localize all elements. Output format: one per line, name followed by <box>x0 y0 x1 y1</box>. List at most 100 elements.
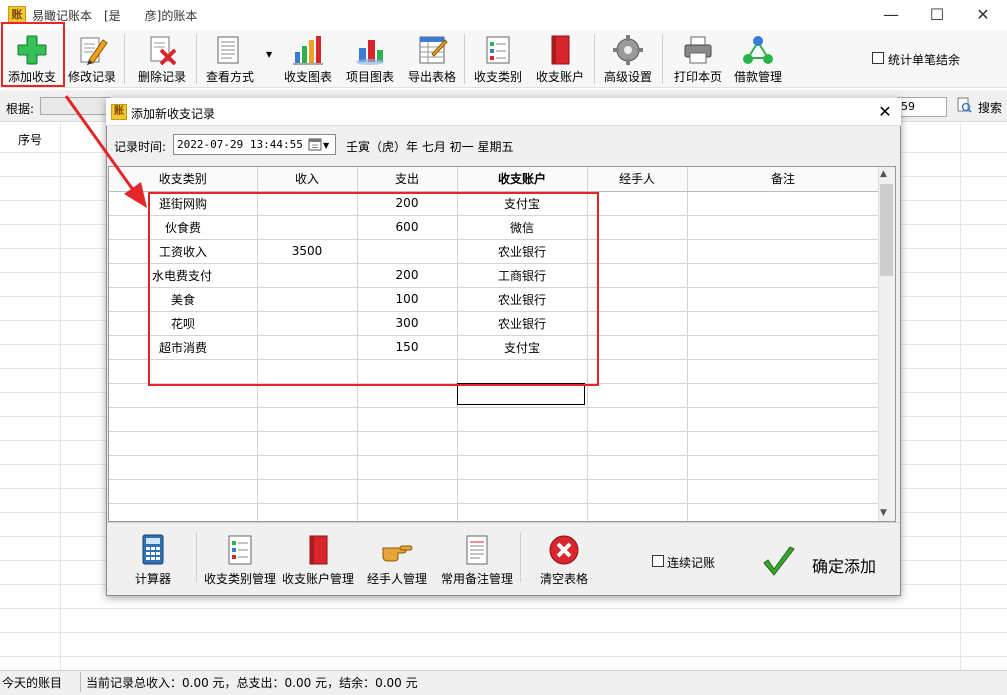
close-icon[interactable]: ✕ <box>960 0 1006 30</box>
chevron-down-icon[interactable]: ▼ <box>323 141 329 150</box>
print-page-button[interactable]: 打印本页 <box>670 32 726 86</box>
col-category[interactable]: 收支类别 <box>109 167 258 192</box>
project-chart-button[interactable]: 项目图表 <box>342 32 398 86</box>
cell-note[interactable] <box>687 191 880 216</box>
empty-cell[interactable] <box>257 383 358 408</box>
clear-table-button[interactable]: 清空表格 <box>536 534 592 586</box>
chevron-down-icon[interactable]: ▼ <box>266 50 272 59</box>
empty-cell[interactable] <box>587 503 688 521</box>
minimize-icon[interactable]: — <box>868 0 914 30</box>
cell-handler[interactable] <box>587 263 688 288</box>
confirm-add-button[interactable]: 确定添加 <box>812 553 876 577</box>
table-row[interactable] <box>109 479 880 504</box>
empty-cell[interactable] <box>109 407 258 432</box>
cell-note[interactable] <box>687 215 880 240</box>
empty-cell[interactable] <box>109 383 258 408</box>
basis-select[interactable] <box>40 97 110 115</box>
cell-note[interactable] <box>687 263 880 288</box>
advanced-settings-button[interactable]: 高级设置 <box>600 32 656 86</box>
cell-handler[interactable] <box>587 335 688 360</box>
empty-cell[interactable] <box>457 431 588 456</box>
empty-cell[interactable] <box>457 407 588 432</box>
empty-cell[interactable] <box>587 407 688 432</box>
cell-handler[interactable] <box>587 287 688 312</box>
single-balance-checkbox[interactable] <box>872 52 884 64</box>
calendar-icon[interactable] <box>308 137 322 151</box>
empty-cell[interactable] <box>687 383 880 408</box>
income-chart-button[interactable]: 收支图表 <box>280 32 336 86</box>
empty-cell[interactable] <box>357 455 458 480</box>
note-manage-label: 常用备注管理 <box>440 572 513 586</box>
cell-note[interactable] <box>687 311 880 336</box>
empty-cell[interactable] <box>457 479 588 504</box>
delete-record-button[interactable]: 删除记录 <box>132 32 192 86</box>
category-button[interactable]: 收支类别 <box>470 32 526 86</box>
checkmark-icon[interactable] <box>762 545 796 579</box>
empty-cell[interactable] <box>687 503 880 521</box>
empty-cell[interactable] <box>587 455 688 480</box>
close-icon[interactable]: ✕ <box>872 100 898 124</box>
end-date-field[interactable]: 59 <box>897 97 947 117</box>
col-handler[interactable]: 经手人 <box>587 167 688 192</box>
col-account[interactable]: 收支账户 <box>457 167 588 192</box>
table-row[interactable] <box>109 431 880 456</box>
cell-note[interactable] <box>687 335 880 360</box>
chevron-up-icon[interactable]: ▲ <box>880 169 887 179</box>
empty-cell[interactable] <box>357 431 458 456</box>
empty-cell[interactable] <box>257 455 358 480</box>
note-manage-button[interactable]: 常用备注管理 <box>438 534 516 586</box>
delete-record-label: 删除记录 <box>137 70 186 84</box>
empty-cell[interactable] <box>109 479 258 504</box>
col-income[interactable]: 收入 <box>257 167 358 192</box>
view-mode-button[interactable]: 查看方式 ▼ <box>202 32 272 86</box>
category-manage-button[interactable]: 收支类别管理 <box>202 534 278 586</box>
empty-cell[interactable] <box>257 503 358 521</box>
empty-cell[interactable] <box>357 503 458 521</box>
table-row[interactable] <box>109 455 880 480</box>
export-table-button[interactable]: 导出表格 <box>404 32 460 86</box>
empty-cell[interactable] <box>587 383 688 408</box>
empty-cell[interactable] <box>687 479 880 504</box>
account-button[interactable]: 收支账户 <box>532 32 588 86</box>
col-note[interactable]: 备注 <box>687 167 880 192</box>
cell-note[interactable] <box>687 287 880 312</box>
cell-note[interactable] <box>687 239 880 264</box>
edit-record-button[interactable]: 修改记录 <box>64 32 120 86</box>
active-cell-cursor[interactable] <box>457 383 585 405</box>
table-row[interactable] <box>109 503 880 521</box>
account-manage-button[interactable]: 收支账户管理 <box>280 534 356 586</box>
empty-cell[interactable] <box>109 503 258 521</box>
cell-handler[interactable] <box>587 191 688 216</box>
empty-cell[interactable] <box>357 383 458 408</box>
col-expense[interactable]: 支出 <box>357 167 458 192</box>
chevron-down-icon[interactable]: ▼ <box>880 508 887 518</box>
handler-manage-button[interactable]: 经手人管理 <box>364 534 430 586</box>
search-button[interactable]: 搜索 <box>978 99 1002 116</box>
empty-cell[interactable] <box>457 455 588 480</box>
empty-cell[interactable] <box>257 479 358 504</box>
empty-cell[interactable] <box>357 479 458 504</box>
empty-cell[interactable] <box>687 431 880 456</box>
cell-handler[interactable] <box>587 215 688 240</box>
empty-cell[interactable] <box>109 455 258 480</box>
empty-cell[interactable] <box>687 407 880 432</box>
loan-manage-button[interactable]: 借款管理 <box>730 32 786 86</box>
cell-handler[interactable] <box>587 311 688 336</box>
scrollbar-thumb[interactable] <box>880 184 893 276</box>
empty-cell[interactable] <box>587 359 688 384</box>
search-icon[interactable] <box>956 97 972 113</box>
calculator-button[interactable]: 计算器 <box>126 534 180 586</box>
maximize-icon[interactable]: ☐ <box>914 0 960 30</box>
empty-cell[interactable] <box>257 407 358 432</box>
empty-cell[interactable] <box>457 503 588 521</box>
table-row[interactable] <box>109 407 880 432</box>
empty-cell[interactable] <box>109 431 258 456</box>
cell-handler[interactable] <box>587 239 688 264</box>
empty-cell[interactable] <box>587 479 688 504</box>
empty-cell[interactable] <box>687 359 880 384</box>
empty-cell[interactable] <box>257 431 358 456</box>
empty-cell[interactable] <box>357 407 458 432</box>
continuous-entry-checkbox[interactable] <box>652 555 664 567</box>
empty-cell[interactable] <box>687 455 880 480</box>
empty-cell[interactable] <box>587 431 688 456</box>
